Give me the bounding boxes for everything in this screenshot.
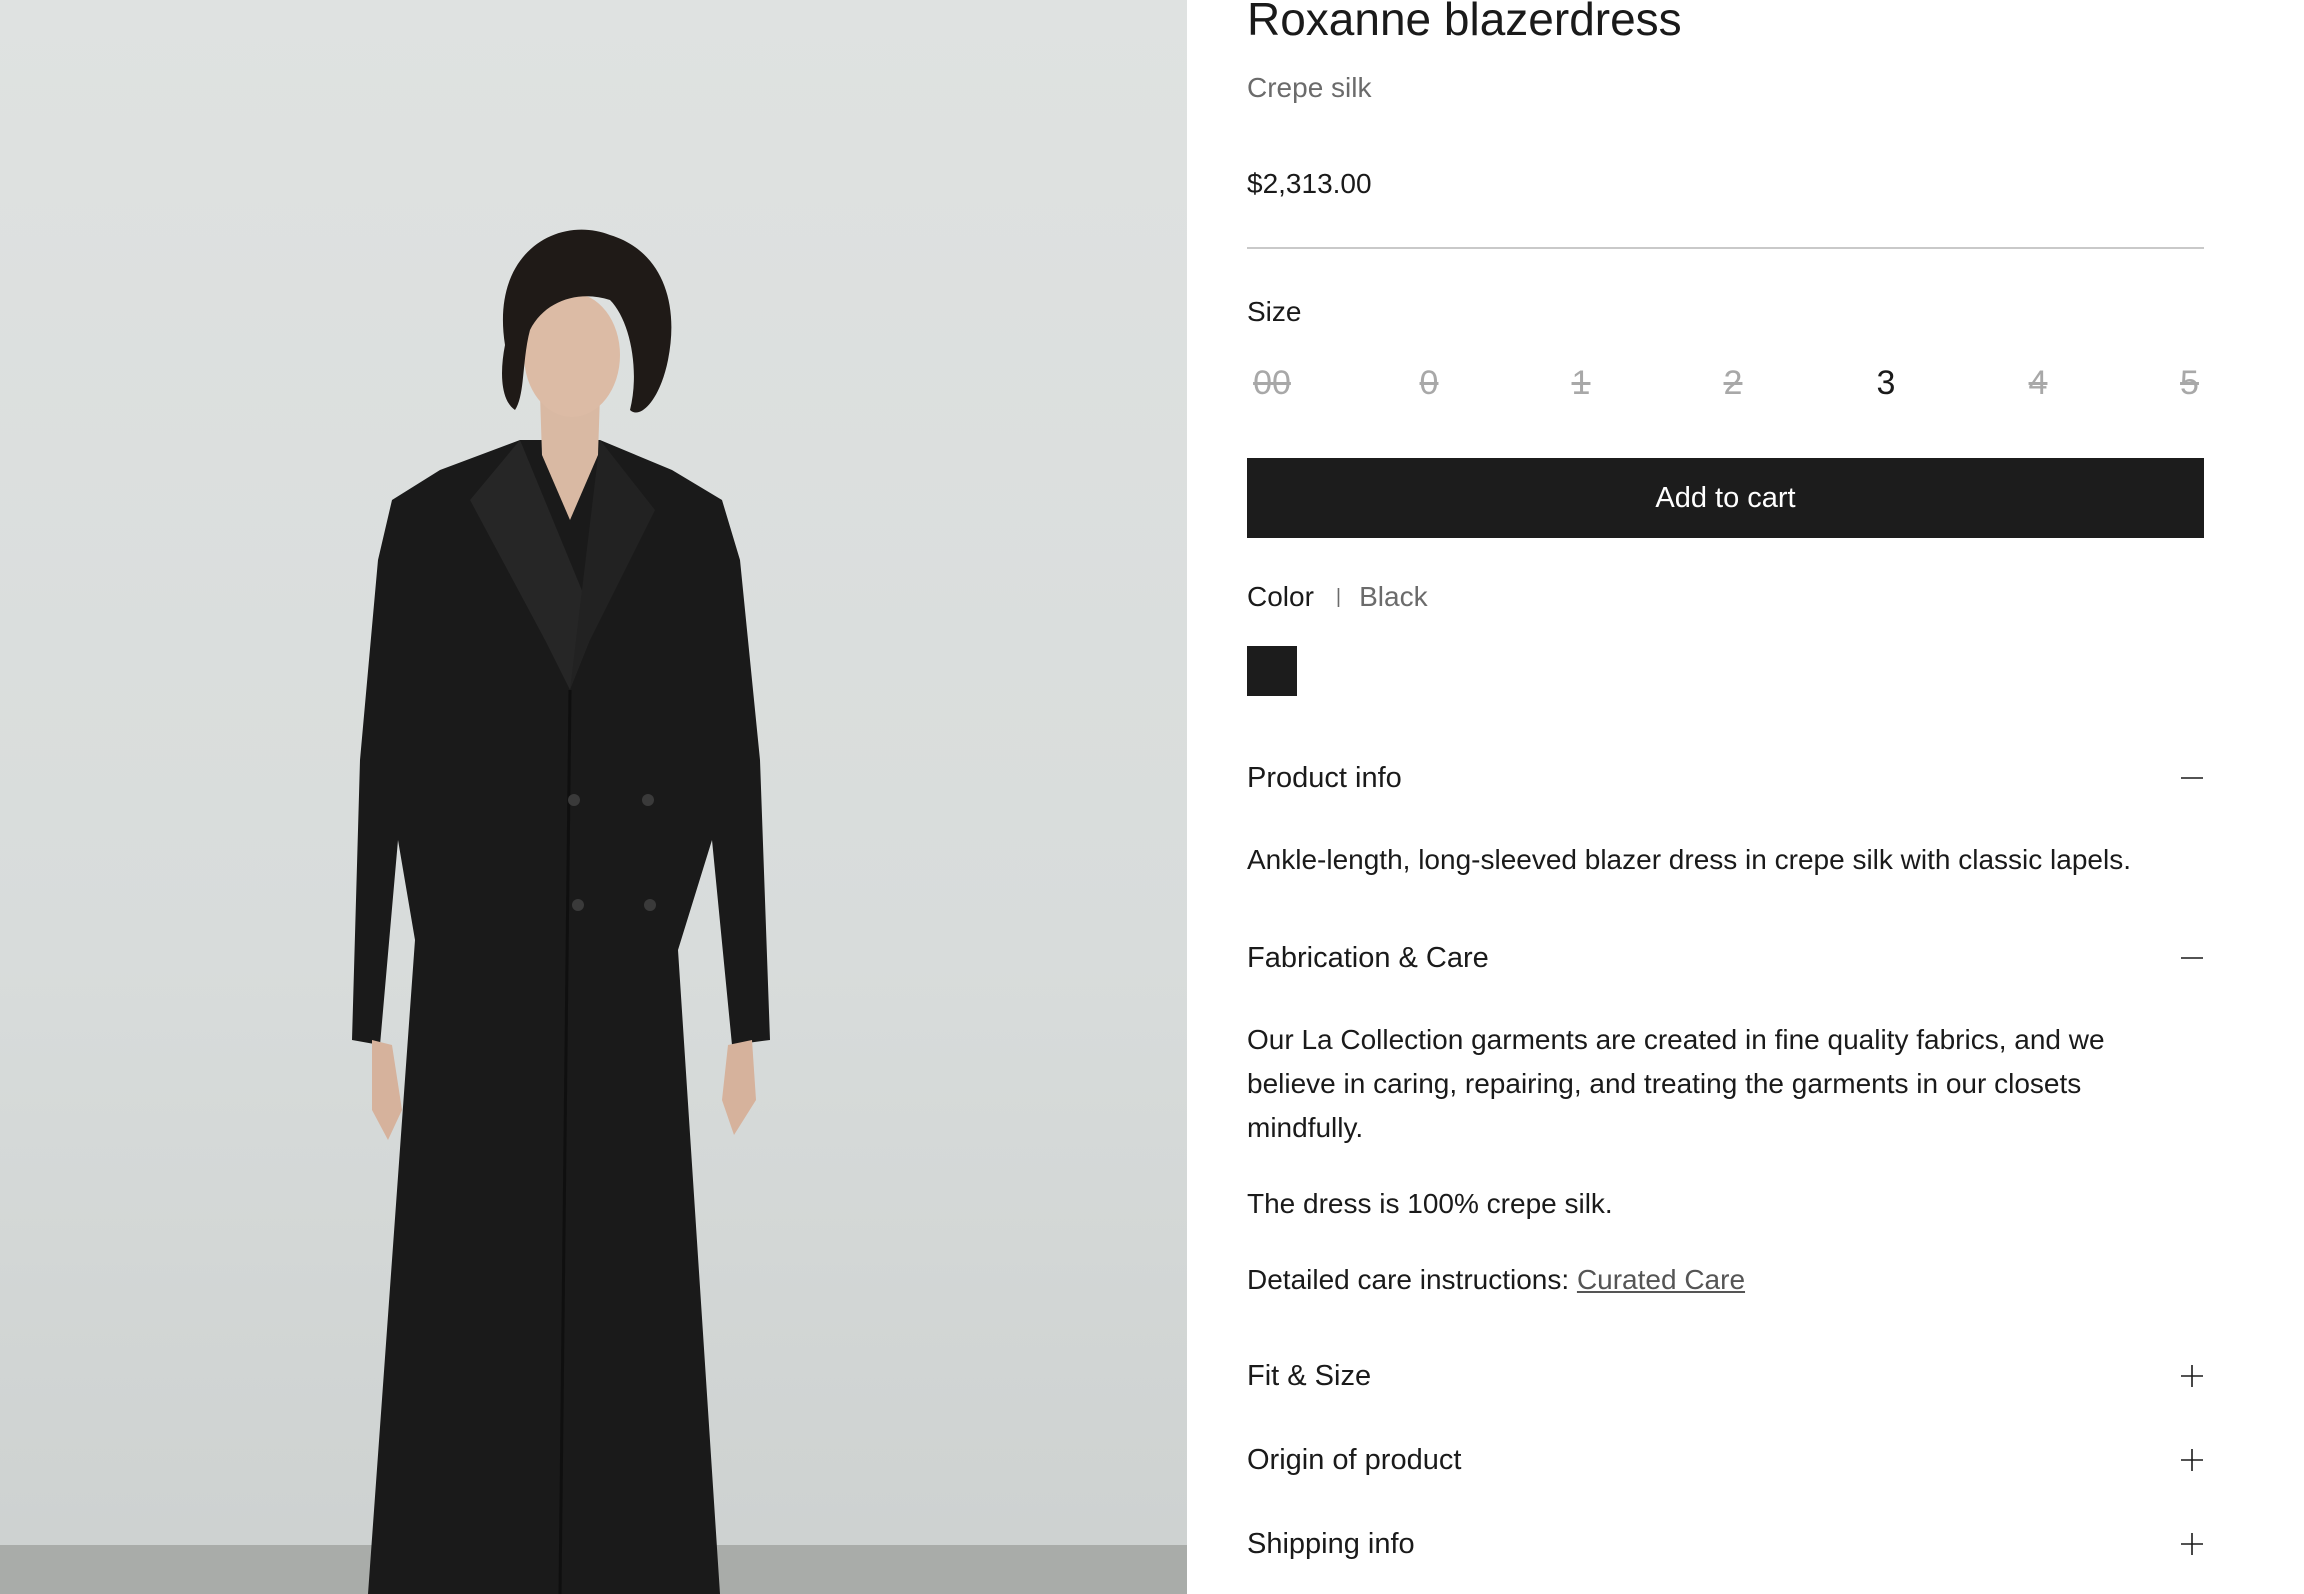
color-label: Color bbox=[1247, 581, 1314, 612]
size-option-0[interactable]: 0 bbox=[1413, 360, 1445, 406]
accordion-fabrication-care-label: Fabrication & Care bbox=[1247, 942, 1489, 974]
accordion-origin-label: Origin of product bbox=[1247, 1444, 1462, 1476]
plus-icon[interactable] bbox=[2180, 1353, 2204, 1399]
size-option-5[interactable]: 5 bbox=[2175, 360, 2204, 406]
size-option-1[interactable]: 1 bbox=[1565, 360, 1597, 406]
accordion-fit-size-label: Fit & Size bbox=[1247, 1360, 1372, 1392]
accordion-origin-of-product[interactable]: Origin of product bbox=[1247, 1437, 2204, 1483]
color-value: Black bbox=[1359, 581, 1428, 612]
divider bbox=[1247, 247, 2204, 249]
curated-care-link[interactable]: Curated Care bbox=[1577, 1264, 1745, 1295]
product-title: Roxanne blazerdress bbox=[1247, 0, 1682, 45]
plus-icon[interactable] bbox=[2180, 1521, 2204, 1567]
add-to-cart-button[interactable]: Add to cart bbox=[1247, 458, 2204, 538]
accordion-product-info-label: Product info bbox=[1247, 762, 1402, 794]
accordion-product-info[interactable]: Product info bbox=[1247, 755, 2204, 801]
accordion-shipping-label: Shipping info bbox=[1247, 1528, 1415, 1560]
color-row: Color | Black bbox=[1247, 581, 1428, 613]
size-option-2[interactable]: 2 bbox=[1717, 360, 1749, 406]
size-option-3[interactable]: 3 bbox=[1870, 360, 1902, 406]
product-price: $2,313.00 bbox=[1247, 168, 1372, 199]
minus-icon[interactable] bbox=[2180, 935, 2204, 981]
size-label: Size bbox=[1247, 296, 1302, 327]
color-separator: | bbox=[1335, 586, 1342, 608]
product-photo bbox=[0, 0, 1187, 1594]
plus-icon[interactable] bbox=[2180, 1437, 2204, 1483]
model-illustration bbox=[0, 229, 1187, 1594]
accordion-shipping-info[interactable]: Shipping info bbox=[1247, 1521, 2204, 1567]
size-option-4[interactable]: 4 bbox=[2022, 360, 2054, 406]
minus-icon[interactable] bbox=[2180, 755, 2204, 801]
size-option-00[interactable]: 00 bbox=[1247, 360, 1297, 406]
accordion-fabrication-care[interactable]: Fabrication & Care bbox=[1247, 935, 2204, 981]
care-instructions: Detailed care instructions: Curated Care bbox=[1247, 1258, 2147, 1302]
product-info-text: Ankle-length, long-sleeved blazer dress … bbox=[1247, 844, 2131, 875]
fabrication-paragraph: Our La Collection garments are created i… bbox=[1247, 1024, 2105, 1143]
product-details: Roxanne blazerdress Crepe silk $2,313.00… bbox=[1247, 0, 2204, 1594]
product-subtitle: Crepe silk bbox=[1247, 72, 1372, 103]
care-instructions-label: Detailed care instructions: bbox=[1247, 1264, 1577, 1295]
fabrication-composition: The dress is 100% crepe silk. bbox=[1247, 1188, 1613, 1219]
accordion-fit-size[interactable]: Fit & Size bbox=[1247, 1353, 2204, 1399]
size-selector: 00 0 1 2 3 4 5 bbox=[1247, 360, 2204, 406]
color-swatch-black[interactable] bbox=[1247, 646, 1297, 696]
